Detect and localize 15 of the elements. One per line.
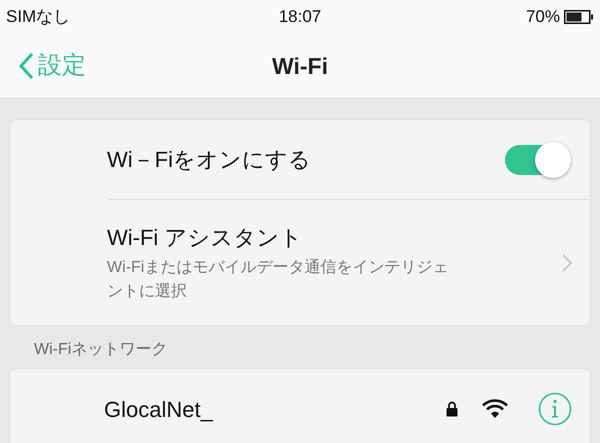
info-icon[interactable] [538, 392, 572, 426]
section-header: Wi-Fiネットワーク [34, 340, 168, 360]
setting-description: Wi-Fiまたはモバイルデータ通信をインテリジェントに選択 [107, 258, 450, 302]
wifi-signal-icon [482, 399, 508, 419]
battery-text: 70% [526, 6, 560, 28]
carrier-text: SIMなし [6, 6, 72, 28]
setting-label: Wi－Fiをオンにする [107, 146, 311, 174]
chevron-right-icon [562, 254, 572, 272]
network-name[interactable]: GlocalNet_ [104, 392, 446, 426]
setting-label: Wi-Fi アシスタント [107, 224, 304, 252]
chevron-left-icon [18, 52, 34, 80]
battery-icon [564, 10, 594, 24]
toggle-switch[interactable] [505, 144, 571, 174]
clock-text: 18:07 [278, 6, 322, 28]
page-title: Wi-Fi [272, 52, 328, 81]
